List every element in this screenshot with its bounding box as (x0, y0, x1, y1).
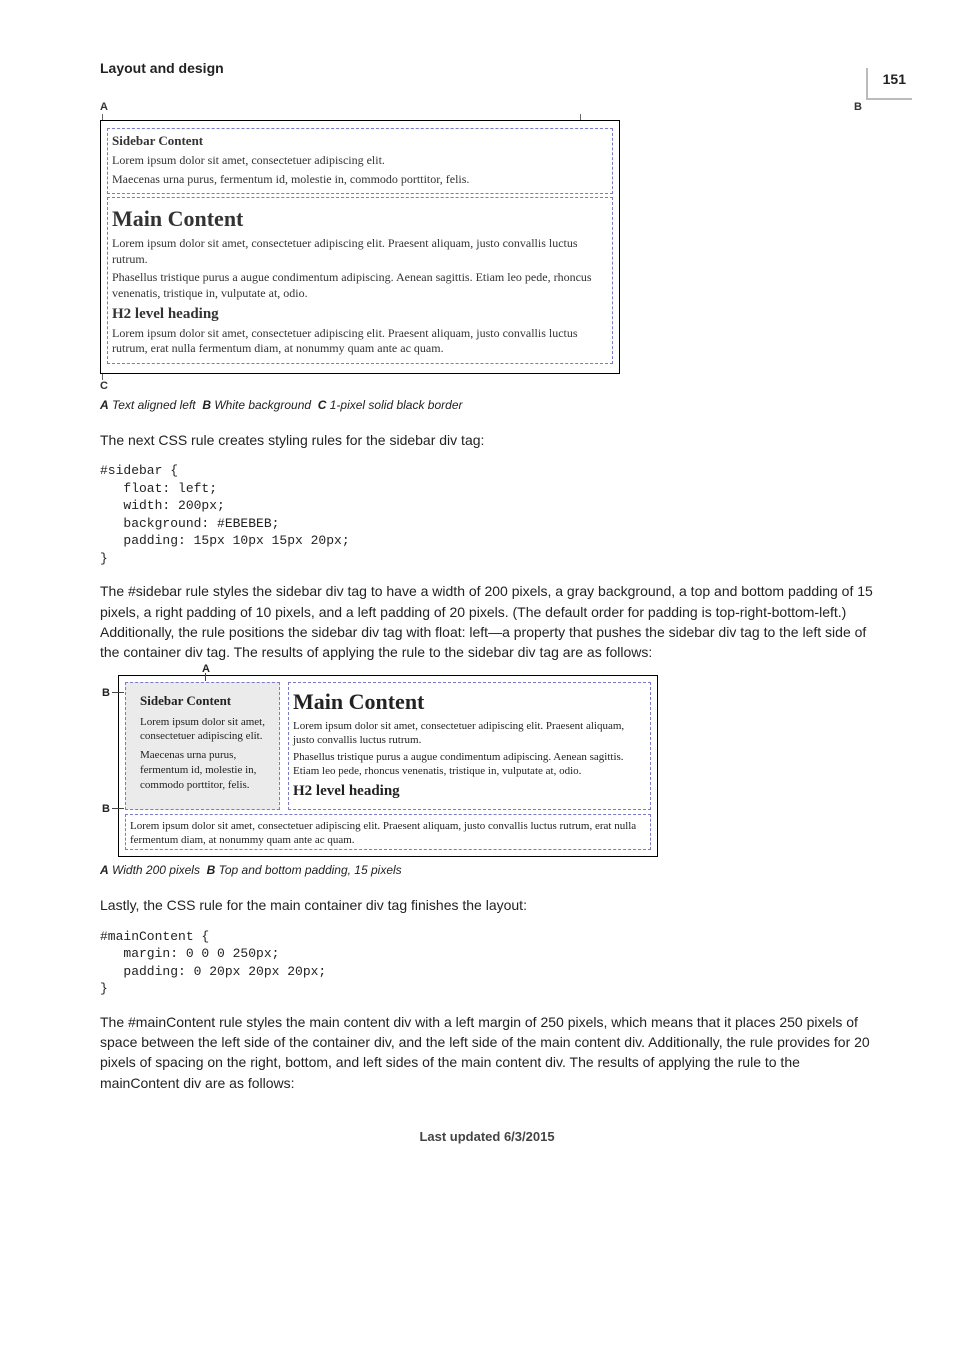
fig1-main-heading: Main Content (112, 206, 608, 232)
last-updated-footer: Last updated 6/3/2015 (100, 1129, 874, 1144)
fig2-sidebar: Sidebar Content Lorem ipsum dolor sit am… (125, 682, 280, 810)
figure1-frame: Sidebar Content Lorem ipsum dolor sit am… (100, 120, 620, 374)
paragraph-2: The #sidebar rule styles the sidebar div… (100, 581, 874, 662)
fig1-main-p2: Phasellus tristique purus a augue condim… (112, 270, 608, 301)
fig2-bottom-p: Lorem ipsum dolor sit amet, consectetuer… (130, 820, 636, 846)
cap1-b-text: White background (214, 398, 311, 412)
figure-1: A B Sidebar Content Lorem ipsum dolor si… (100, 100, 874, 392)
fig2-bottom: Lorem ipsum dolor sit amet, consectetuer… (125, 814, 651, 851)
figure1-caption: A Text aligned left B White background C… (100, 398, 874, 412)
fig1-h2: H2 level heading (112, 306, 608, 323)
fig2-main: Main Content Lorem ipsum dolor sit amet,… (288, 682, 651, 810)
figure1-label-a: A (100, 101, 108, 113)
cap1-c: C (318, 398, 327, 412)
fig1-sidebar-heading: Sidebar Content (112, 133, 608, 149)
cap1-c-text: 1-pixel solid black border (330, 398, 463, 412)
paragraph-3: Lastly, the CSS rule for the main contai… (100, 895, 874, 915)
code-block-maincontent: #mainContent { margin: 0 0 0 250px; padd… (100, 928, 874, 998)
fig2-main-p1: Lorem ipsum dolor sit amet, consectetuer… (293, 719, 644, 748)
fig1-sidebar-p2: Maecenas urna purus, fermentum id, moles… (112, 172, 608, 188)
figure2-caption: A Width 200 pixels B Top and bottom padd… (100, 863, 874, 877)
page-number: 151 (866, 68, 912, 100)
code-block-sidebar: #sidebar { float: left; width: 200px; ba… (100, 462, 874, 567)
cap2-b: B (207, 863, 216, 877)
fig1-h2-p: Lorem ipsum dolor sit amet, consectetuer… (112, 326, 608, 357)
figure2-label-b-top: B (102, 687, 110, 699)
fig2-h2: H2 level heading (293, 783, 644, 800)
cap1-a-text: Text aligned left (112, 398, 196, 412)
fig2-sidebar-p2: Maecenas urna purus, fermentum id, moles… (140, 748, 271, 793)
figure1-label-c: C (100, 380, 874, 392)
figure1-main-block: Main Content Lorem ipsum dolor sit amet,… (107, 197, 613, 364)
cap1-a: A (100, 398, 109, 412)
figure2-label-b-bottom: B (102, 803, 110, 815)
fig2-sidebar-heading: Sidebar Content (140, 693, 271, 709)
fig2-main-heading: Main Content (293, 689, 644, 715)
fig1-main-p1: Lorem ipsum dolor sit amet, consectetuer… (112, 236, 608, 267)
section-title: Layout and design (100, 60, 874, 76)
cap2-a-text: Width 200 pixels (112, 863, 200, 877)
paragraph-4: The #mainContent rule styles the main co… (100, 1012, 874, 1093)
fig2-main-p2: Phasellus tristique purus a augue condim… (293, 750, 644, 779)
cap2-a: A (100, 863, 109, 877)
figure1-label-b: B (854, 101, 862, 113)
paragraph-1: The next CSS rule creates styling rules … (100, 430, 874, 450)
figure2-frame: Sidebar Content Lorem ipsum dolor sit am… (118, 675, 658, 858)
cap1-b: B (202, 398, 211, 412)
fig2-sidebar-p1: Lorem ipsum dolor sit amet, consectetuer… (140, 715, 271, 745)
cap2-b-text: Top and bottom padding, 15 pixels (219, 863, 402, 877)
figure-2: A B B Sidebar Content Lorem ipsum dolor … (118, 675, 874, 858)
fig1-sidebar-p1: Lorem ipsum dolor sit amet, consectetuer… (112, 153, 608, 169)
document-page: 151 Layout and design A B Sidebar Conten… (0, 0, 954, 1350)
figure1-sidebar-block: Sidebar Content Lorem ipsum dolor sit am… (107, 128, 613, 194)
